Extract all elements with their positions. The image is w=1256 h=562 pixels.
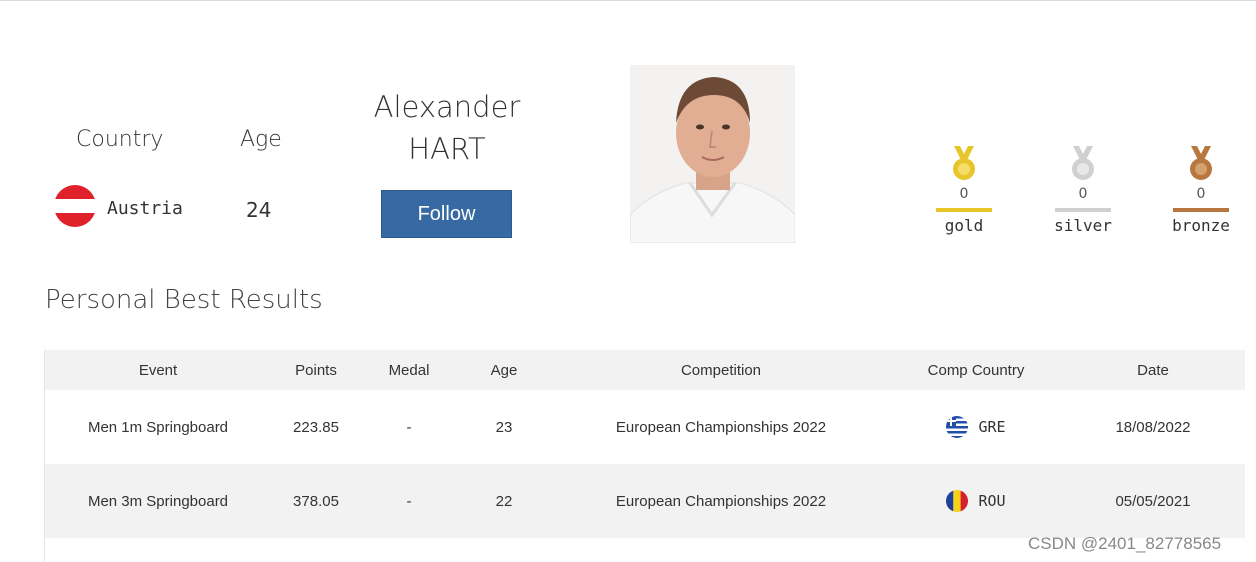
silver-medal-icon: [1070, 146, 1096, 186]
col-header-competition[interactable]: Competition: [551, 350, 891, 390]
cell-age: 23: [495, 418, 513, 436]
follow-button[interactable]: Follow: [381, 190, 512, 238]
cell-points: 378.05: [271, 464, 361, 538]
bronze-bar: [1173, 208, 1229, 212]
col-header-event[interactable]: Event: [45, 350, 271, 390]
athlete-first-name: Alexander: [373, 90, 521, 124]
bronze-count: 0: [1196, 186, 1206, 202]
country-code: GRE: [978, 418, 1006, 436]
gold-medal-icon: [951, 146, 977, 186]
cell-age: 22: [457, 464, 551, 538]
cell-comp-country: ROU: [891, 464, 1061, 538]
romania-flag-icon: [946, 490, 969, 512]
bronze-label: bronze: [1172, 216, 1230, 235]
col-header-age[interactable]: Age: [457, 350, 551, 390]
silver-count: 0: [1078, 186, 1088, 202]
watermark: CSDN @2401_82778565: [1028, 534, 1222, 553]
cell-comp-country: GRE: [891, 390, 1061, 464]
gold-bar: [936, 208, 992, 212]
gold-count: 0: [959, 186, 969, 202]
cell-event: Men 1m Springboard: [87, 418, 229, 436]
results-table: Event Points Medal Age Competition Comp …: [45, 350, 1245, 538]
cell-competition: European Championships 2022: [615, 418, 827, 436]
bronze-medal-icon: [1188, 146, 1214, 186]
athlete-last-name: HART: [408, 132, 486, 166]
col-header-comp-country[interactable]: Comp Country: [891, 350, 1061, 390]
greece-flag-icon: [946, 416, 969, 438]
medal-bronze: 0 bronze: [1166, 146, 1236, 235]
country-code: ROU: [978, 492, 1006, 510]
cell-points: 223.85: [293, 418, 339, 436]
gold-label: gold: [944, 216, 984, 235]
medal-gold: 0 gold: [929, 146, 999, 235]
silver-label: silver: [1054, 216, 1112, 235]
table-row[interactable]: Men 1m Springboard 223.85 - 23 European …: [45, 390, 1245, 464]
col-header-points[interactable]: Points: [271, 350, 361, 390]
silver-bar: [1055, 208, 1111, 212]
table-row[interactable]: Men 3m Springboard 378.05 - 22 European …: [45, 464, 1245, 538]
cell-competition: European Championships 2022: [551, 464, 891, 538]
cell-event: Men 3m Springboard: [45, 464, 271, 538]
cell-date: 18/08/2022: [1115, 418, 1191, 436]
section-title: Personal Best Results: [45, 285, 323, 315]
country-value: Austria: [107, 198, 183, 219]
cell-medal: -: [361, 464, 457, 538]
col-header-date[interactable]: Date: [1061, 350, 1245, 390]
austria-flag-icon: [54, 185, 96, 227]
age-label: Age: [240, 127, 282, 152]
age-value: 24: [246, 198, 272, 222]
medal-silver: 0 silver: [1048, 146, 1118, 235]
cell-medal: -: [406, 418, 412, 436]
table-header-row: Event Points Medal Age Competition Comp …: [45, 350, 1245, 390]
results-table-container: Event Points Medal Age Competition Comp …: [44, 350, 1245, 562]
country-label: Country: [76, 127, 164, 152]
col-header-medal[interactable]: Medal: [361, 350, 457, 390]
cell-date: 05/05/2021: [1061, 464, 1245, 538]
athlete-photo: [630, 65, 795, 243]
